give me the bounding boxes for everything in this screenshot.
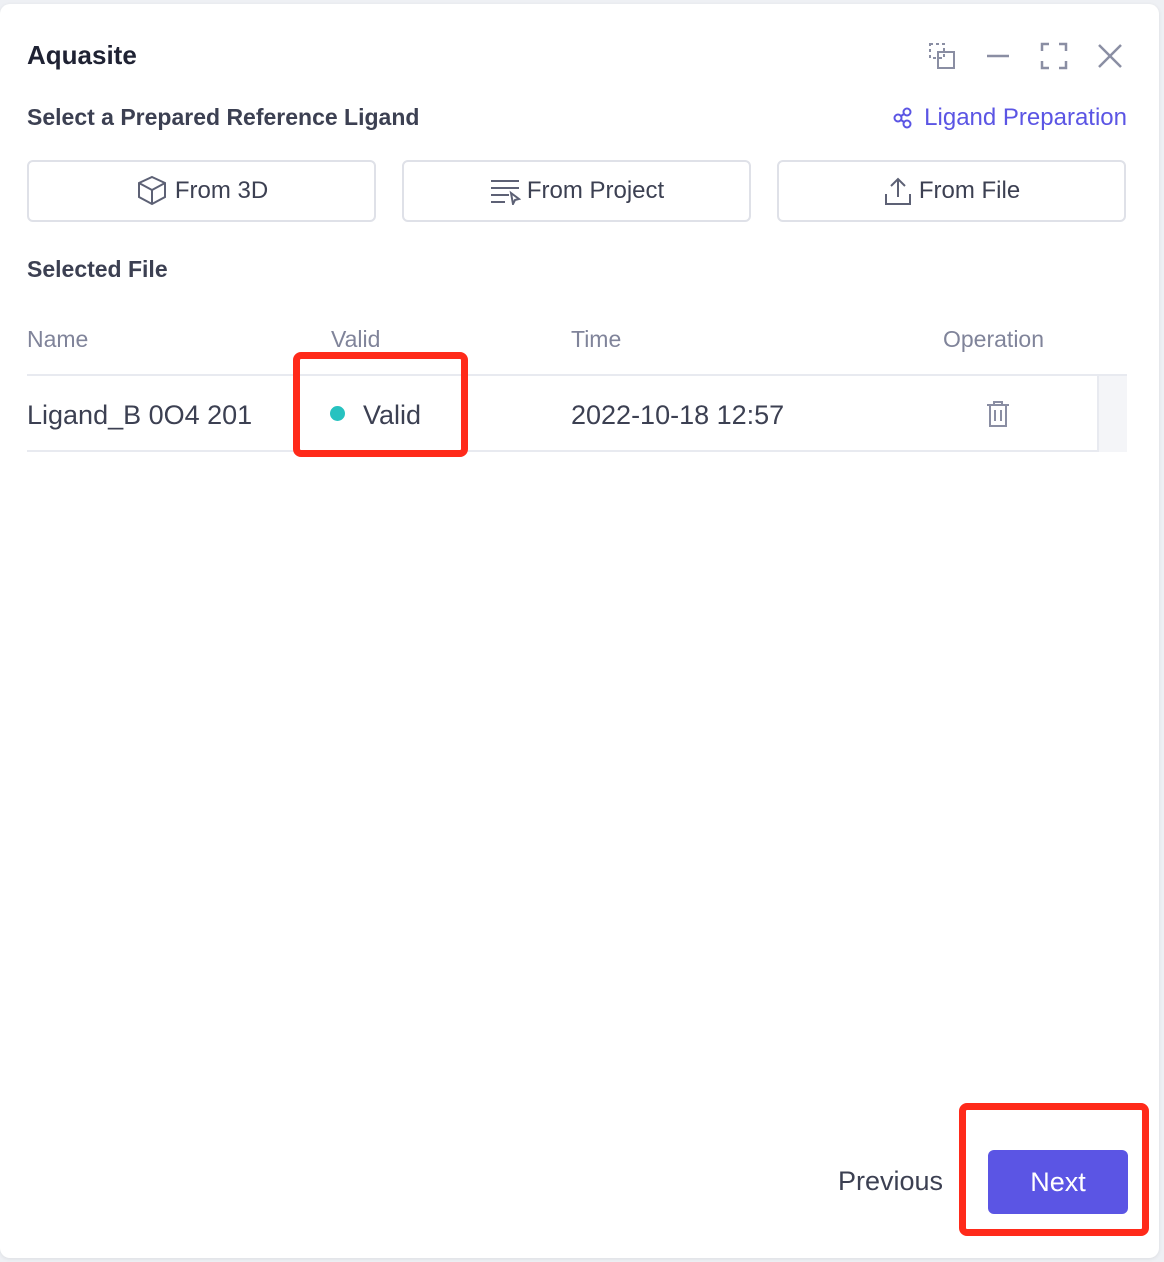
row-name: Ligand_B 0O4 201 [27,400,253,430]
maximize-icon[interactable] [1038,40,1070,72]
col-name: Name [27,326,89,352]
from-project-button[interactable]: From Project [402,160,751,222]
from-file-button[interactable]: From File [777,160,1126,222]
from-3d-label: From 3D [174,177,269,204]
minimize-icon[interactable] [982,40,1014,72]
previous-button[interactable]: Previous [838,1166,943,1197]
cube-icon [137,175,166,206]
from-3d-button[interactable]: From 3D [27,160,376,222]
ligand-preparation-link[interactable]: Ligand Preparation [892,104,1127,132]
highlight-box-next [959,1103,1149,1236]
close-icon[interactable] [1094,40,1126,72]
col-valid: Valid [331,326,381,352]
selected-file-label: Selected File [27,256,168,282]
from-file-label: From File [918,177,1021,204]
col-operation: Operation [943,326,1045,352]
app-title: Aquasite [27,40,137,70]
upload-icon [884,177,911,205]
window-controls [926,40,1126,72]
col-time: Time [571,326,622,352]
list-icon [490,180,521,205]
molecule-icon [893,107,912,129]
restore-icon[interactable] [926,40,958,72]
row-scrollbar[interactable] [1097,376,1127,452]
dialog-panel: Aquasite Select a Prepared Reference Lig… [0,4,1159,1258]
highlight-box-valid [293,352,468,457]
trash-icon[interactable] [985,400,1011,433]
from-project-label: From Project [526,177,665,204]
reference-label: Select a Prepared Reference Ligand [27,104,420,130]
table-row[interactable]: Ligand_B 0O4 201 Valid 2022-10-18 12:57 [27,374,1127,452]
row-time: 2022-10-18 12:57 [571,400,785,430]
ligand-preparation-label: Ligand Preparation [924,104,1127,131]
